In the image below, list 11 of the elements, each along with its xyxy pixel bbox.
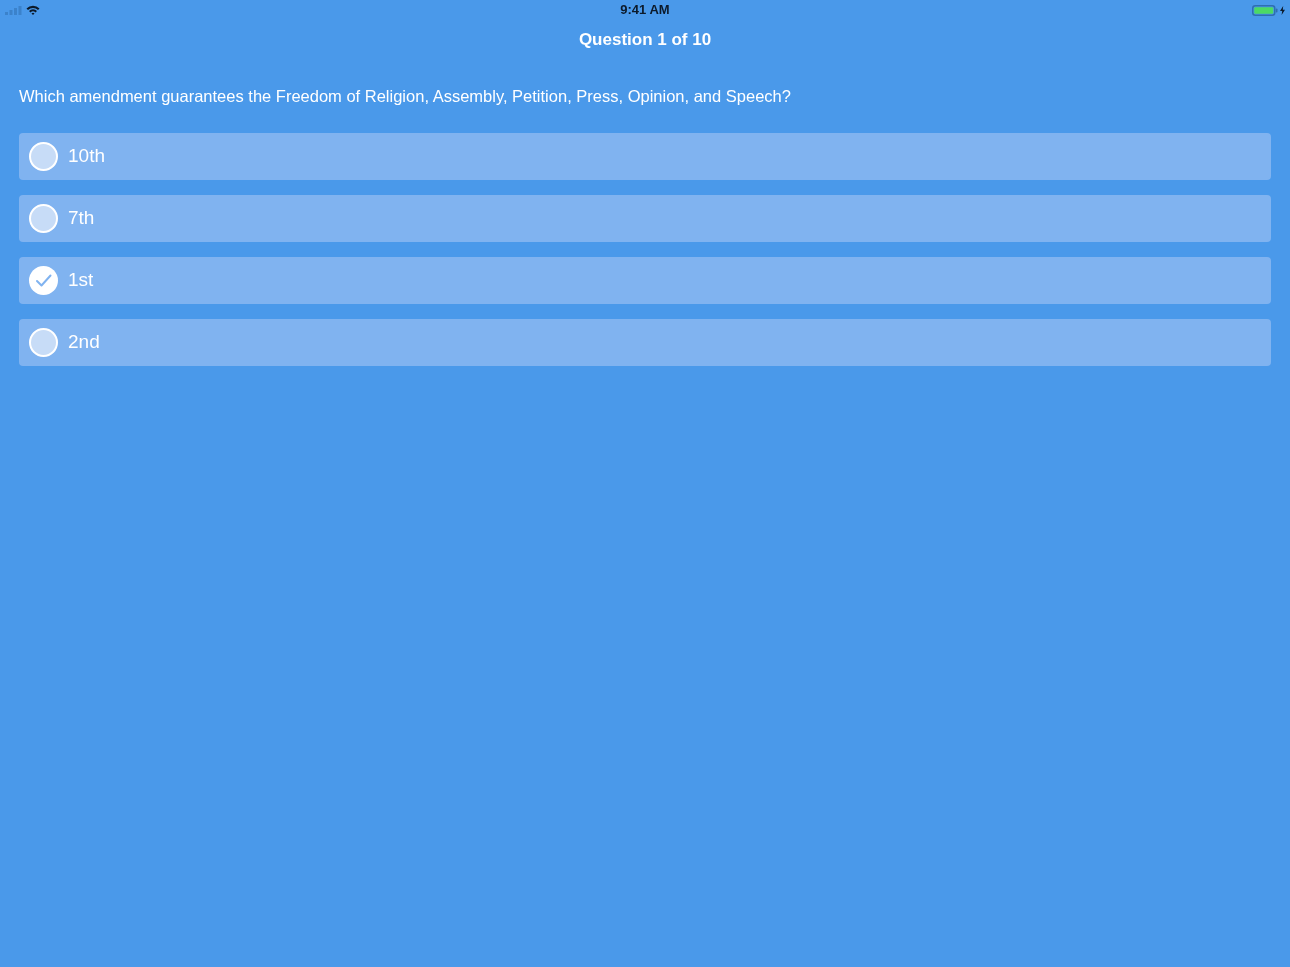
question-counter: Question 1 of 10 [578, 29, 712, 51]
battery-icon [1252, 4, 1278, 16]
question-text: Which amendment guarantees the Freedom of Religion, Assembly, Petition, Press, Opinion, and Speech? [19, 86, 792, 107]
charging-bolt-icon [1280, 5, 1285, 15]
answer-option[interactable]: 7th [19, 195, 1271, 242]
signal-icon [5, 5, 22, 15]
wifi-icon [26, 5, 40, 15]
answer-option[interactable]: 1st [19, 257, 1271, 304]
answer-option[interactable]: 10th [19, 133, 1271, 180]
answer-option[interactable]: 2nd [19, 319, 1271, 366]
status-time: 9:41 AM [620, 1, 670, 20]
